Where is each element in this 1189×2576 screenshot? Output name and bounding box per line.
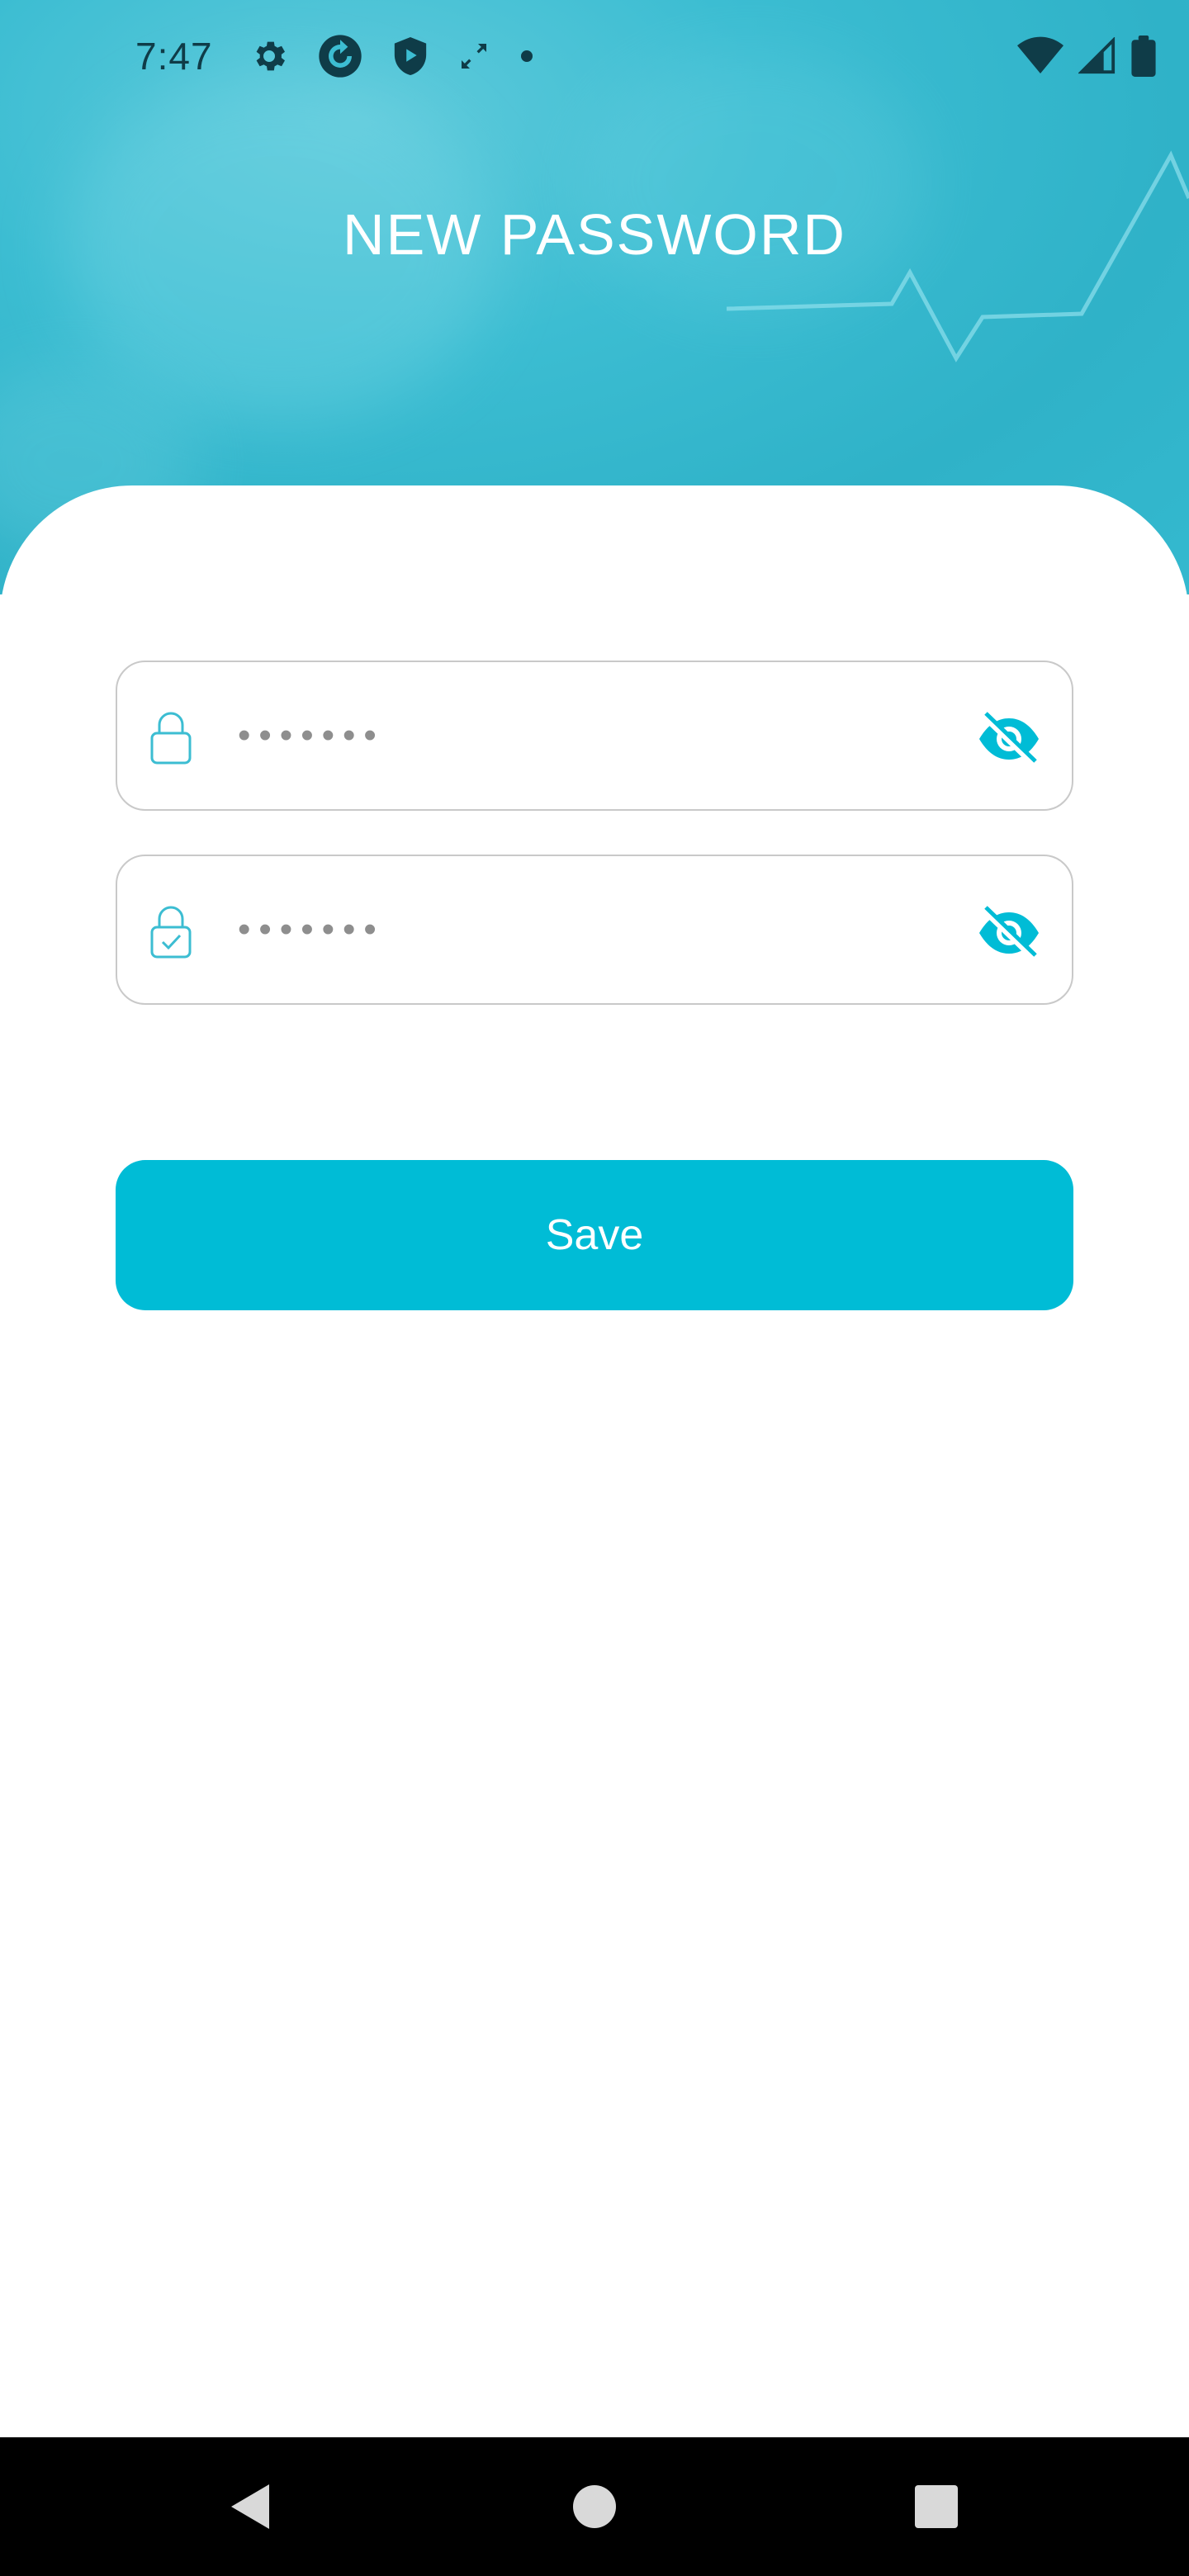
status-bar: 7:47 — [0, 0, 1189, 112]
battery-icon — [1131, 36, 1156, 77]
password-value: ••••••• — [238, 715, 385, 755]
cellular-signal-icon — [1078, 37, 1116, 74]
page-title: NEW PASSWORD — [343, 202, 846, 267]
status-icons-left — [249, 33, 535, 79]
shield-play-icon — [394, 37, 426, 75]
lock-check-icon — [150, 906, 192, 959]
confirm-password-value: ••••••• — [238, 909, 385, 949]
save-button[interactable]: Save — [116, 1160, 1073, 1310]
nav-home-button[interactable] — [525, 2437, 664, 2576]
expand-arrows-icon — [461, 44, 486, 69]
screen: 7:47 NEW PASSWORD ••••••• ••••••• Save — [0, 0, 1189, 2576]
eye-off-icon[interactable] — [976, 710, 1042, 768]
nav-back-button[interactable] — [180, 2437, 319, 2576]
settings-gear-icon — [256, 41, 285, 71]
wifi-icon — [1017, 36, 1063, 73]
back-triangle-icon — [231, 2484, 269, 2529]
home-circle-icon — [573, 2485, 616, 2528]
nav-recents-button[interactable] — [867, 2437, 1006, 2576]
navigation-bar — [0, 2437, 1189, 2576]
sync-circle-icon — [318, 35, 362, 78]
status-time: 7:47 — [135, 35, 213, 78]
status-icons-right — [1017, 36, 1156, 77]
password-field[interactable]: ••••••• — [116, 661, 1073, 811]
confirm-password-field[interactable]: ••••••• — [116, 855, 1073, 1005]
lock-icon — [150, 712, 192, 765]
dot-icon — [520, 50, 533, 62]
recents-square-icon — [915, 2485, 958, 2528]
eye-off-icon[interactable] — [976, 904, 1042, 962]
